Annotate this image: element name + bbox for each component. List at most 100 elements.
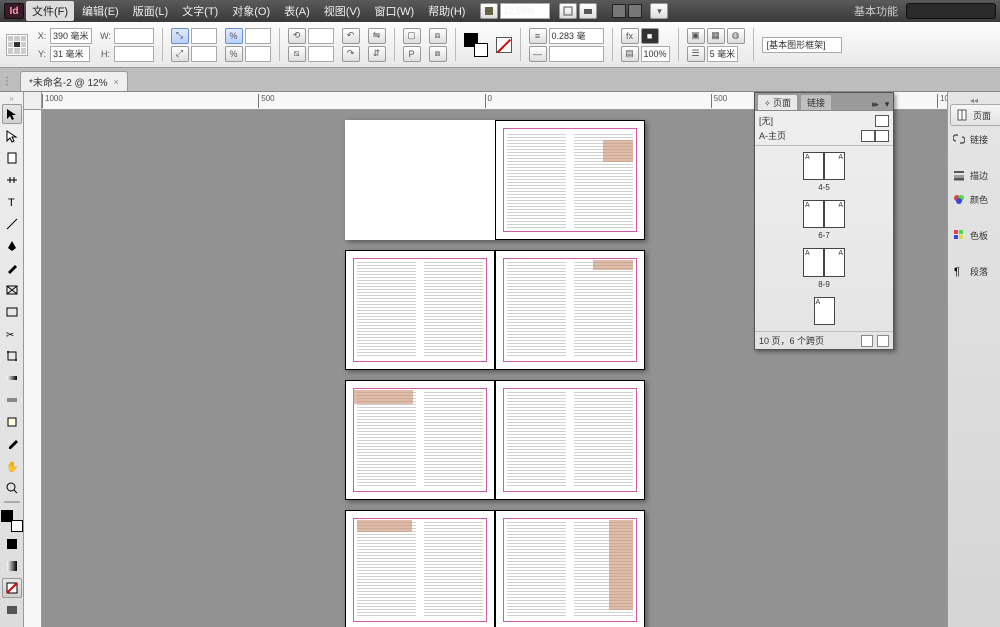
zoom-field[interactable]: 12.59% xyxy=(500,3,550,19)
menu-help[interactable]: 帮助(H) xyxy=(422,1,471,21)
pages-panel-tab-links[interactable]: 链接 xyxy=(800,94,832,110)
close-tab-icon[interactable]: × xyxy=(114,77,119,87)
menu-file[interactable]: 文件(F) xyxy=(26,1,74,21)
rectangle-tool[interactable] xyxy=(2,302,22,322)
rotate-cw-icon[interactable]: ↷ xyxy=(342,46,360,62)
type-tool[interactable]: T xyxy=(2,192,22,212)
spread[interactable] xyxy=(345,510,645,627)
apply-none-icon[interactable] xyxy=(2,578,22,598)
panel-menu-icon[interactable]: ▾ xyxy=(881,99,893,110)
rotate-ccw-icon[interactable]: ↶ xyxy=(342,28,360,44)
screen-mode-icon[interactable] xyxy=(579,3,597,19)
shear-field[interactable] xyxy=(308,46,334,62)
document-tab[interactable]: *未命名-2 @ 12% × xyxy=(20,71,128,91)
screen-mode-tool-icon[interactable] xyxy=(2,600,22,620)
view-options-icon[interactable] xyxy=(559,3,577,19)
scissors-tool[interactable]: ✂ xyxy=(2,324,22,344)
line-tool[interactable] xyxy=(2,214,22,234)
wrap-jump-icon[interactable]: ☰ xyxy=(687,46,705,62)
master-none-thumb[interactable] xyxy=(875,115,889,127)
dock-item-颜色[interactable]: 颜色 xyxy=(948,188,1000,210)
flip-h-icon[interactable]: ⇋ xyxy=(368,28,386,44)
bridge-icon[interactable] xyxy=(480,3,498,19)
menu-edit[interactable]: 编辑(E) xyxy=(76,1,125,21)
dock-collapse-icon[interactable]: ◂◂ xyxy=(948,96,1000,102)
free-transform-tool[interactable] xyxy=(2,346,22,366)
page-thumbnail[interactable]: AA xyxy=(803,200,845,228)
page-thumbnail[interactable]: A xyxy=(814,297,835,325)
scale-y-field[interactable] xyxy=(191,46,217,62)
menu-view[interactable]: 视图(V) xyxy=(318,1,367,21)
flip-v-icon[interactable]: ⇵ xyxy=(368,46,386,62)
stroke-style-field[interactable] xyxy=(549,46,604,62)
shear-icon[interactable]: ⧅ xyxy=(288,46,306,62)
opacity-field[interactable]: 100% xyxy=(641,46,670,62)
workspace-label[interactable]: 基本功能 xyxy=(848,3,904,19)
apply-gradient-icon[interactable] xyxy=(2,556,22,576)
fx-icon[interactable]: fx xyxy=(621,28,639,44)
scale-y2-icon[interactable]: % xyxy=(225,46,243,62)
hand-tool[interactable]: ✋ xyxy=(2,456,22,476)
h-field[interactable] xyxy=(114,46,154,62)
dock-item-页面[interactable]: 页面 xyxy=(950,104,1000,126)
wrap-none-icon[interactable]: ▣ xyxy=(687,28,705,44)
gap-tool[interactable] xyxy=(2,170,22,190)
master-none-label[interactable]: [无] xyxy=(759,114,773,127)
stroke-style-icon[interactable]: — xyxy=(529,46,547,62)
stroke-weight-field[interactable]: 0.283 毫 xyxy=(549,28,604,44)
workspace-menu-icon[interactable]: ▾ xyxy=(650,3,668,19)
dock-item-色板[interactable]: 色板 xyxy=(948,224,1000,246)
pen-tool[interactable] xyxy=(2,236,22,256)
rotate-icon[interactable]: ⟲ xyxy=(288,28,306,44)
canvas[interactable]: 100050005001000 ✧ 页面 链接 ▸▸ ▾ [无] A-主页 AA… xyxy=(24,92,947,627)
scale-x-field[interactable] xyxy=(191,28,217,44)
dock-item-链接[interactable]: 链接 xyxy=(948,128,1000,150)
select-content-icon[interactable]: P xyxy=(403,46,421,62)
w-field[interactable] xyxy=(114,28,154,44)
tool-panel-grip[interactable]: » xyxy=(0,94,23,102)
menu-window[interactable]: 窗口(W) xyxy=(368,1,420,21)
wrap-bbox-icon[interactable]: ▦ xyxy=(707,28,725,44)
spread[interactable] xyxy=(345,120,645,240)
scale-y-icon[interactable]: ⤢ xyxy=(171,46,189,62)
opacity-icon[interactable]: ▤ xyxy=(621,46,639,62)
collapse-handle-icon[interactable]: ⋮ xyxy=(2,71,12,91)
dock-item-段落[interactable]: ¶段落 xyxy=(948,260,1000,282)
delete-page-icon[interactable] xyxy=(877,335,889,347)
scale-x-icon[interactable]: ⤡ xyxy=(171,28,189,44)
fit-frame-icon[interactable]: ⧇ xyxy=(429,46,447,62)
pencil-tool[interactable] xyxy=(2,258,22,278)
selection-tool[interactable] xyxy=(2,104,22,124)
search-input[interactable] xyxy=(906,3,996,19)
scale-x2-field[interactable] xyxy=(245,28,271,44)
select-container-icon[interactable]: ▢ xyxy=(403,28,421,44)
rectangle-frame-tool[interactable] xyxy=(2,280,22,300)
scale-y2-field[interactable] xyxy=(245,46,271,62)
master-a-thumb[interactable] xyxy=(861,130,889,142)
spread[interactable] xyxy=(345,380,645,500)
fit-content-icon[interactable]: ⧈ xyxy=(429,28,447,44)
note-tool[interactable] xyxy=(2,412,22,432)
stroke-weight-icon[interactable]: ≡ xyxy=(529,28,547,44)
gradient-swatch-tool[interactable] xyxy=(2,368,22,388)
page-thumbnail[interactable]: AA xyxy=(803,152,845,180)
x-field[interactable]: 390 毫米 xyxy=(50,28,92,44)
menu-layout[interactable]: 版面(L) xyxy=(127,1,174,21)
fill-stroke-swatch[interactable] xyxy=(464,33,488,57)
scale-x2-icon[interactable]: % xyxy=(225,28,243,44)
page-tool[interactable] xyxy=(2,148,22,168)
wrap-offset-field[interactable]: 5 毫米 xyxy=(707,46,739,62)
dock-item-描边[interactable]: 描边 xyxy=(948,164,1000,186)
direct-selection-tool[interactable] xyxy=(2,126,22,146)
menu-type[interactable]: 文字(T) xyxy=(176,1,224,21)
page-thumbnail[interactable]: AA xyxy=(803,248,845,276)
arrange-documents-icon[interactable] xyxy=(612,4,642,18)
panel-collapse-icon[interactable]: ▸▸ xyxy=(872,99,877,110)
master-a-label[interactable]: A-主页 xyxy=(759,129,786,142)
object-style-dropdown[interactable]: [基本图形框架] xyxy=(762,37,842,53)
spread[interactable] xyxy=(345,250,645,370)
ruler-origin[interactable] xyxy=(24,92,42,110)
new-page-icon[interactable] xyxy=(861,335,873,347)
reference-point[interactable] xyxy=(6,34,28,56)
fill-stroke-tool-swatch[interactable] xyxy=(1,510,23,532)
